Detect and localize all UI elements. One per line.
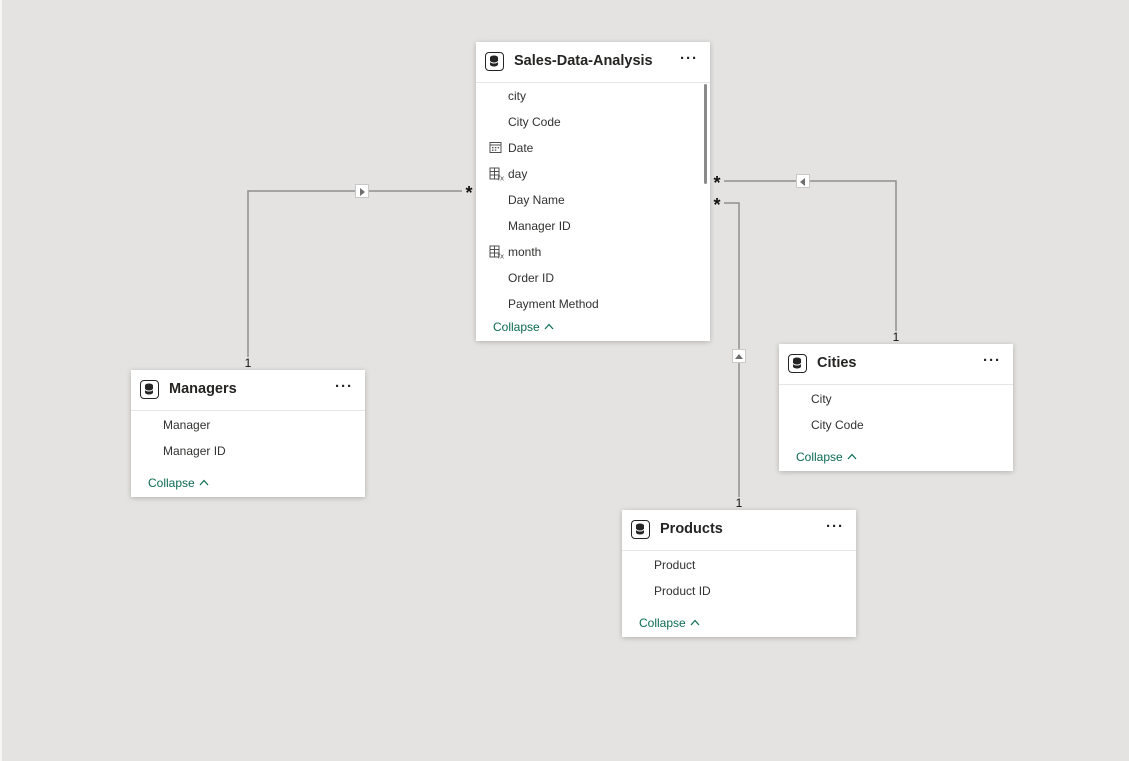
chevron-up-icon: [690, 615, 700, 629]
table-icon: [140, 380, 159, 399]
table-card-header[interactable]: Products ···: [622, 510, 856, 551]
table-icon: [485, 52, 504, 71]
collapse-label: Collapse: [796, 450, 843, 464]
field-label: City Code: [508, 115, 561, 129]
table-card-sales-data-analysis[interactable]: Sales-Data-Analysis ··· city City Code D…: [476, 42, 710, 341]
field-row[interactable]: fx month: [476, 239, 702, 265]
field-label: City Code: [811, 418, 864, 432]
field-label: Order ID: [508, 271, 555, 285]
field-row[interactable]: Day Name: [476, 187, 702, 213]
field-row[interactable]: Product: [622, 552, 856, 578]
collapse-footer: Collapse: [476, 313, 710, 341]
field-label: day: [508, 167, 528, 181]
collapse-button[interactable]: Collapse: [639, 616, 700, 630]
calendar-icon: [489, 141, 502, 159]
calculated-column-icon: fx: [489, 245, 504, 264]
filter-direction-right-icon[interactable]: [355, 184, 369, 198]
field-row[interactable]: City Code: [476, 109, 702, 135]
field-row[interactable]: Manager ID: [131, 438, 365, 464]
collapse-button[interactable]: Collapse: [148, 476, 209, 490]
relationship-line-cities-sales: [718, 180, 897, 338]
field-row[interactable]: City: [779, 386, 1013, 412]
field-row[interactable]: Manager: [131, 412, 365, 438]
svg-text:fx: fx: [498, 253, 505, 260]
field-row[interactable]: Product ID: [622, 578, 856, 604]
svg-text:fx: fx: [498, 175, 505, 182]
table-card-header[interactable]: Managers ···: [131, 370, 365, 411]
field-label: Payment Method: [508, 297, 599, 311]
filter-direction-left-icon[interactable]: [796, 174, 810, 188]
field-label: month: [508, 245, 542, 259]
field-label: Manager ID: [163, 444, 226, 458]
chevron-up-icon: [847, 449, 857, 463]
field-row[interactable]: Order ID: [476, 265, 702, 291]
table-card-cities[interactable]: Cities ··· City City Code Collapse: [779, 344, 1013, 471]
collapse-button[interactable]: Collapse: [796, 450, 857, 464]
more-options-button[interactable]: ···: [680, 50, 698, 67]
table-icon: [788, 354, 807, 373]
table-card-products[interactable]: Products ··· Product Product ID Collapse: [622, 510, 856, 637]
cardinality-many-sales-cities: *: [710, 174, 724, 192]
table-title: Sales-Data-Analysis: [514, 53, 653, 69]
field-label: City: [811, 392, 832, 406]
table-card-managers[interactable]: Managers ··· Manager Manager ID Collapse: [131, 370, 365, 497]
collapse-button[interactable]: Collapse: [493, 320, 554, 334]
cardinality-one-cities: 1: [889, 331, 903, 344]
table-title: Managers: [169, 381, 237, 397]
field-label: Manager: [163, 418, 211, 432]
field-row[interactable]: city: [476, 83, 702, 109]
collapse-label: Collapse: [493, 320, 540, 334]
chevron-up-icon: [544, 319, 554, 333]
collapse-label: Collapse: [639, 616, 686, 630]
field-label: Manager ID: [508, 219, 571, 233]
collapse-label: Collapse: [148, 476, 195, 490]
field-row[interactable]: Date: [476, 135, 702, 161]
field-label: Product: [654, 558, 696, 572]
table-title: Cities: [817, 355, 857, 371]
field-row[interactable]: Manager ID: [476, 213, 702, 239]
cardinality-one-managers: 1: [241, 357, 255, 370]
field-label: Day Name: [508, 193, 565, 207]
field-label: Date: [508, 141, 534, 155]
cardinality-one-products: 1: [732, 497, 746, 510]
scrollbar[interactable]: [704, 84, 707, 184]
cardinality-many-sales-managers: *: [462, 184, 476, 202]
field-label: city: [508, 89, 526, 103]
field-label: Product ID: [654, 584, 711, 598]
table-icon: [631, 520, 650, 539]
cardinality-many-sales-products: *: [710, 196, 724, 214]
more-options-button[interactable]: ···: [826, 518, 844, 535]
table-card-header[interactable]: Cities ···: [779, 344, 1013, 385]
more-options-button[interactable]: ···: [335, 378, 353, 395]
table-title: Products: [660, 521, 723, 537]
chevron-up-icon: [199, 475, 209, 489]
calculated-column-icon: fx: [489, 167, 504, 186]
field-row[interactable]: fx day: [476, 161, 702, 187]
filter-direction-up-icon[interactable]: [732, 349, 746, 363]
table-card-header[interactable]: Sales-Data-Analysis ···: [476, 42, 710, 83]
more-options-button[interactable]: ···: [983, 352, 1001, 369]
relationship-line-managers-sales: [247, 190, 470, 365]
field-row[interactable]: City Code: [779, 412, 1013, 438]
